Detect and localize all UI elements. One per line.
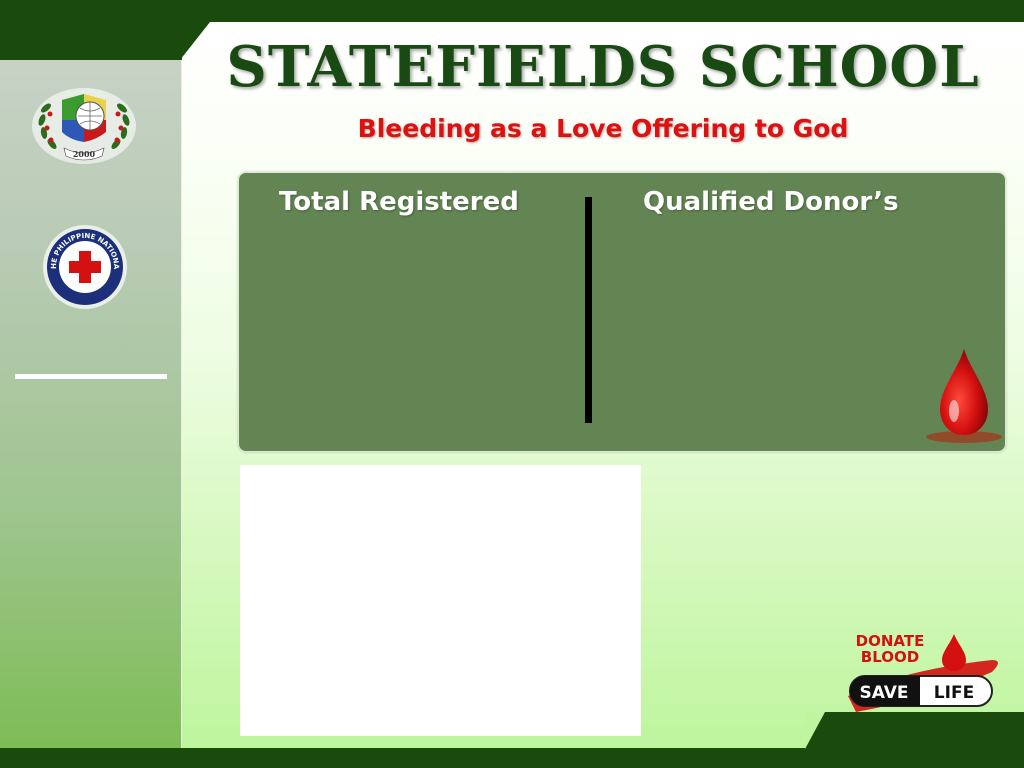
sidebar-separator	[15, 374, 167, 379]
bottom-block-cut	[805, 712, 825, 749]
blood-drop-icon	[926, 349, 1002, 443]
page-subtitle: Bleeding as a Love Offering to God	[357, 114, 849, 143]
life-text: LIFE	[934, 683, 974, 703]
white-content-panel	[240, 465, 641, 736]
donate-blood-logo-icon: DONATE BLOOD SAVE LIFE	[848, 632, 998, 712]
save-text: SAVE	[859, 683, 908, 703]
school-seal-year: 2000	[73, 149, 96, 159]
blood-text: BLOOD	[861, 648, 919, 666]
tally-board: Total Registered Qualified Donor’s	[238, 172, 1006, 452]
school-seal-icon: 2000	[32, 88, 136, 164]
bottom-frame-bar	[0, 748, 1024, 768]
board-divider	[585, 197, 592, 423]
red-cross-logo-icon: THE PHILIPPINE NATIONAL RED CROSS	[42, 224, 127, 309]
sidebar-top-block	[0, 0, 182, 60]
qualified-donors-label: Qualified Donor’s	[643, 187, 899, 217]
total-registered-label: Total Registered	[279, 187, 519, 217]
page-title: STATEFIELDS SCHOOL	[226, 34, 980, 100]
